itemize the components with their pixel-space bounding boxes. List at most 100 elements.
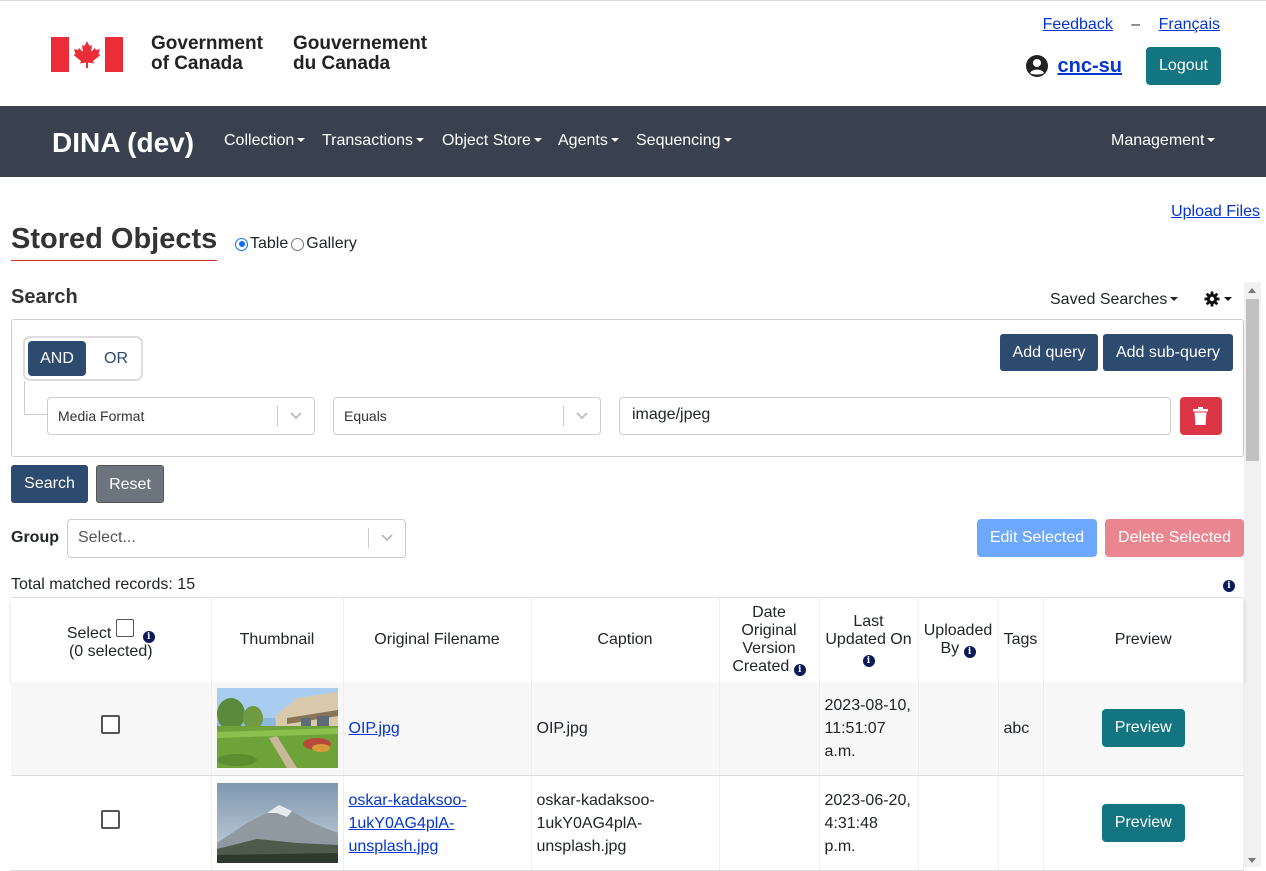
app-brand[interactable]: DINA (dev) bbox=[52, 127, 194, 159]
search-button[interactable]: Search bbox=[11, 465, 88, 503]
preview-button[interactable]: Preview bbox=[1101, 804, 1185, 842]
nav-transactions[interactable]: Transactions bbox=[322, 132, 424, 150]
caret-down-icon bbox=[610, 138, 619, 142]
canada-flag-icon bbox=[51, 37, 123, 72]
filename-column-header[interactable]: Original Filename bbox=[343, 597, 532, 682]
group-select-placeholder: Select... bbox=[78, 529, 136, 546]
query-value-input[interactable]: image/jpeg bbox=[619, 397, 1171, 435]
preview-column-header: Preview bbox=[1043, 597, 1244, 682]
gc-header: Government of Canada Gouvernement du Can… bbox=[0, 0, 1266, 106]
date-created-column-header[interactable]: Date Original Version Created i bbox=[719, 597, 820, 682]
info-icon[interactable]: i bbox=[1223, 580, 1235, 592]
operator-select-value: Equals bbox=[344, 408, 387, 424]
chevron-down-icon bbox=[576, 412, 588, 420]
scrollbar-thumb[interactable] bbox=[1246, 299, 1259, 461]
preview-cell: Preview bbox=[1043, 681, 1244, 776]
info-icon[interactable]: i bbox=[862, 654, 875, 667]
group-label: Group bbox=[11, 529, 59, 546]
nav-collection[interactable]: Collection bbox=[224, 132, 306, 150]
table-header-row: Select i (0 selected) Thumbnail Original… bbox=[11, 597, 1244, 682]
gallery-view-radio[interactable] bbox=[291, 237, 305, 251]
wordmark-en: Government of Canada bbox=[151, 33, 263, 74]
add-query-button[interactable]: Add query bbox=[1000, 334, 1098, 371]
caption-column-header[interactable]: Caption bbox=[531, 597, 720, 682]
filename-link[interactable]: OIP.jpg bbox=[349, 720, 400, 737]
page-title: Stored Objects bbox=[11, 222, 218, 261]
nav-agents[interactable]: Agents bbox=[558, 132, 619, 150]
user-circle-icon bbox=[1025, 55, 1048, 77]
gear-icon bbox=[1204, 291, 1220, 307]
language-toggle-link[interactable]: Français bbox=[1159, 16, 1220, 33]
filename-cell: OIP.jpg bbox=[343, 681, 532, 776]
preview-button[interactable]: Preview bbox=[1101, 709, 1185, 748]
or-button[interactable]: OR bbox=[91, 341, 141, 376]
last-updated-cell: 2023-06-20, 4:31:48 p.m. bbox=[819, 775, 919, 871]
total-records: Total matched records: 15 bbox=[11, 576, 196, 593]
nav-sequencing[interactable]: Sequencing bbox=[636, 132, 732, 150]
user-area: cnc-su Logout bbox=[1025, 47, 1221, 85]
scroll-up-icon[interactable] bbox=[1248, 288, 1256, 293]
thumbnail-image[interactable] bbox=[216, 688, 338, 769]
filename-cell: oskar-kadaksoo- 1ukY0AG4plA-unsplash.jpg bbox=[343, 775, 532, 871]
edit-selected-button[interactable]: Edit Selected bbox=[977, 519, 1097, 557]
reset-button[interactable]: Reset bbox=[96, 465, 164, 503]
last-updated-column-header[interactable]: Last Updated On i bbox=[819, 597, 919, 682]
saved-searches-dropdown[interactable]: Saved Searches bbox=[1050, 291, 1179, 309]
uploaded-by-cell bbox=[918, 775, 999, 871]
info-icon[interactable]: i bbox=[963, 645, 976, 658]
and-or-toggle: AND OR bbox=[23, 336, 143, 381]
chevron-down-icon bbox=[290, 412, 302, 420]
uploaded-by-column-header[interactable]: Uploaded By i bbox=[918, 597, 999, 682]
field-select[interactable]: Media Format bbox=[47, 397, 315, 435]
delete-query-button[interactable] bbox=[1180, 397, 1222, 435]
table-view-label[interactable]: Table bbox=[250, 235, 288, 253]
caption-cell: oskar-kadaksoo- 1ukY0AG4plA- unsplash.jp… bbox=[531, 775, 720, 871]
thumbnail-image[interactable] bbox=[216, 783, 338, 863]
gallery-view-label[interactable]: Gallery bbox=[306, 235, 357, 253]
settings-dropdown[interactable] bbox=[1204, 291, 1232, 307]
info-icon[interactable]: i bbox=[142, 630, 155, 643]
thumbnail-column-header[interactable]: Thumbnail bbox=[211, 597, 344, 682]
wordmark-fr: Gouvernement du Canada bbox=[293, 33, 428, 74]
date-created-cell bbox=[719, 681, 820, 776]
add-subquery-button[interactable]: Add sub-query bbox=[1103, 334, 1233, 371]
vertical-scrollbar[interactable] bbox=[1244, 282, 1261, 867]
tags-cell: abc bbox=[998, 681, 1044, 776]
and-button[interactable]: AND bbox=[28, 341, 86, 376]
info-icon[interactable]: i bbox=[793, 663, 806, 676]
row-checkbox[interactable] bbox=[101, 715, 121, 735]
caret-down-icon bbox=[1170, 297, 1179, 301]
field-select-value: Media Format bbox=[58, 408, 145, 424]
select-separator bbox=[368, 528, 369, 548]
table-view-radio[interactable] bbox=[235, 237, 248, 251]
main-navbar: DINA (dev) Collection Transactions Objec… bbox=[0, 106, 1266, 177]
table-row: oskar-kadaksoo- 1ukY0AG4plA-unsplash.jpg … bbox=[11, 775, 1244, 871]
trash-icon bbox=[1193, 407, 1208, 425]
link-separator: – bbox=[1131, 16, 1141, 33]
filename-link[interactable]: oskar-kadaksoo- 1ukY0AG4plA-unsplash.jpg bbox=[349, 792, 467, 855]
top-links: Feedback – Français bbox=[1043, 16, 1220, 34]
delete-selected-button[interactable]: Delete Selected bbox=[1105, 519, 1244, 557]
select-cell bbox=[11, 681, 212, 776]
select-separator bbox=[277, 406, 278, 426]
logout-button[interactable]: Logout bbox=[1146, 47, 1221, 85]
table-row: OIP.jpg OIP.jpg 2023-08-10, 11:51:07 a.m… bbox=[11, 681, 1244, 776]
feedback-link[interactable]: Feedback bbox=[1043, 16, 1113, 33]
tags-column-header[interactable]: Tags bbox=[998, 597, 1044, 682]
caret-down-icon bbox=[1207, 138, 1216, 142]
upload-files-link[interactable]: Upload Files bbox=[1171, 203, 1260, 221]
query-tree-connector bbox=[24, 381, 48, 415]
chevron-down-icon bbox=[381, 534, 393, 542]
caption-cell: OIP.jpg bbox=[531, 681, 720, 776]
row-checkbox[interactable] bbox=[101, 810, 121, 829]
scroll-down-icon[interactable] bbox=[1248, 858, 1256, 863]
caret-down-icon bbox=[297, 138, 306, 142]
select-all-checkbox[interactable] bbox=[115, 618, 134, 637]
group-select[interactable]: Select... bbox=[67, 519, 406, 558]
thumbnail-cell bbox=[211, 681, 344, 776]
preview-cell: Preview bbox=[1043, 775, 1244, 871]
username-link[interactable]: cnc-su bbox=[1058, 55, 1122, 78]
operator-select[interactable]: Equals bbox=[333, 397, 601, 435]
nav-object-store[interactable]: Object Store bbox=[442, 132, 542, 150]
nav-management[interactable]: Management bbox=[1111, 132, 1216, 150]
